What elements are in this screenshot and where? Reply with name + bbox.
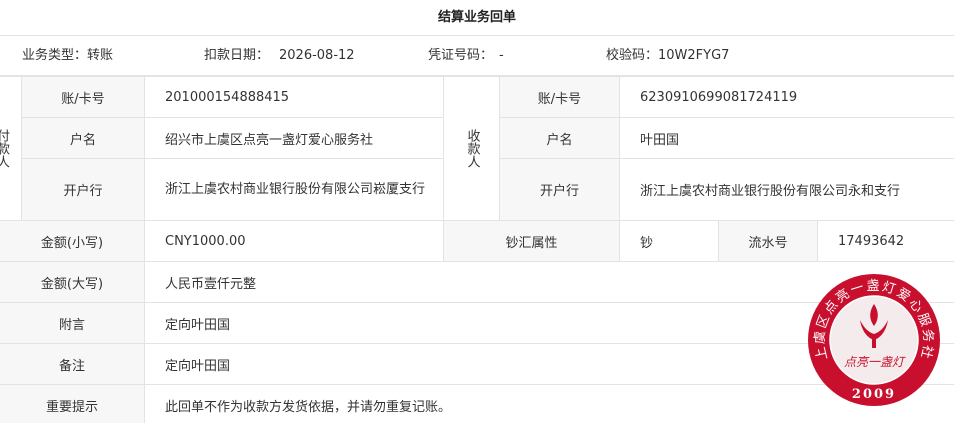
serial-value: 17493642 xyxy=(816,220,954,262)
postscript-label: 附言 xyxy=(0,302,145,344)
payee-bank-value: 浙江上虞农村商业银行股份有限公司永和支行 xyxy=(618,158,954,221)
voucher-number-value: - xyxy=(499,48,504,63)
amount-small-value: CNY1000.00 xyxy=(144,220,444,262)
check-code: 校验码：10W2FYG7 xyxy=(606,36,729,76)
deduct-date-value: 2026-08-12 xyxy=(279,48,355,63)
serial-label: 流水号 xyxy=(718,220,818,262)
voucher-number-label: 凭证号码： xyxy=(428,48,494,63)
check-code-label: 校验码： xyxy=(606,48,659,63)
check-code-value: 10W2FYG7 xyxy=(658,48,730,63)
payee-side-text: 收款人 xyxy=(464,129,480,168)
payee-name-label: 户名 xyxy=(499,117,620,159)
payer-name-value: 绍兴市上虞区点亮一盏灯爱心服务社 xyxy=(144,117,444,159)
payer-bank-label: 开户行 xyxy=(21,158,145,221)
payer-account-value: 201000154888415 xyxy=(144,76,444,118)
payer-side-text: 付款人 xyxy=(0,129,10,168)
payee-name-value: 叶田国 xyxy=(618,117,954,159)
seal-center-text: 点亮一盏灯 xyxy=(844,355,906,369)
amount-big-label: 金额(大写) xyxy=(0,261,145,303)
voucher-number: 凭证号码： - xyxy=(428,36,504,76)
info-bar: 业务类型：转账 扣款日期： 2026-08-12 凭证号码： - 校验码：10W2F… xyxy=(0,36,954,76)
payer-account-label: 账/卡号 xyxy=(21,76,145,118)
amount-small-label: 金额(小写) xyxy=(0,220,145,262)
business-type-value: 转账 xyxy=(87,48,114,63)
cash-attr-label: 钞汇属性 xyxy=(443,220,620,262)
payer-side-label: 付款人 xyxy=(0,76,22,221)
payer-bank-text: 浙江上虞农村商业银行股份有限公司崧厦支行 xyxy=(165,181,426,197)
organization-seal-stamp: 上虞区点亮一盏灯爱心服务社 点亮一盏灯 2009 xyxy=(808,274,940,406)
business-type: 业务类型：转账 xyxy=(22,36,113,76)
payee-account-label: 账/卡号 xyxy=(499,76,620,118)
payee-account-value: 6230910699081724119 xyxy=(618,76,954,118)
payee-bank-label: 开户行 xyxy=(499,158,620,221)
notice-label: 重要提示 xyxy=(0,384,145,423)
deduct-date-label: 扣款日期： xyxy=(204,48,270,63)
business-type-label: 业务类型： xyxy=(22,48,88,63)
deduct-date: 扣款日期： 2026-08-12 xyxy=(204,36,355,76)
seal-year: 2009 xyxy=(852,387,896,402)
payer-name-label: 户名 xyxy=(21,117,145,159)
cash-attr-value: 钞 xyxy=(619,220,719,262)
payer-bank-value: 浙江上虞农村商业银行股份有限公司崧厦支行 xyxy=(144,158,444,221)
account-row: 付款人 账/卡号 201000154888415 收款人 账/卡号 623091… xyxy=(0,76,954,221)
payee-side-label: 收款人 xyxy=(443,76,500,221)
remark-label: 备注 xyxy=(0,343,145,385)
receipt-title: 结算业务回单 xyxy=(0,0,954,36)
amount-small-row: 金额(小写) CNY1000.00 钞汇属性 钞 流水号 17493642 xyxy=(0,220,954,262)
